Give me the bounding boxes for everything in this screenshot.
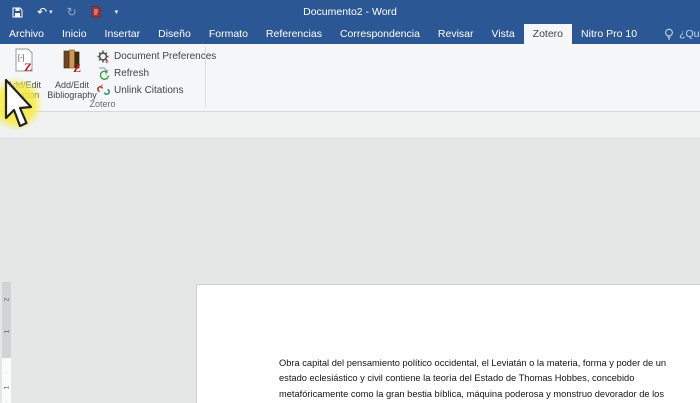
svg-text:Z: Z — [24, 60, 32, 74]
tab-zotero[interactable]: Zotero — [523, 24, 573, 44]
ruler-number: 1 — [3, 385, 10, 390]
add-edit-bibliography-icon: Z — [60, 48, 84, 77]
ruler-number: 1 — [3, 329, 10, 334]
tab-correspondencia[interactable]: Correspondencia — [331, 24, 429, 44]
ribbon-small-buttons: z Document Preferences Refresh Unlink Ci… — [97, 50, 216, 97]
document-area[interactable]: 211·2·3·4·5·6· Obra capital del pensamie… — [0, 137, 700, 403]
unlink-citations-label: Unlink Citations — [114, 85, 184, 96]
unlink-citations-icon — [97, 84, 110, 95]
refresh-icon — [99, 67, 110, 80]
ruler-row: L 3·2·1·1·2·3·4·5·6·7·8·9·10·11·12·13·14… — [0, 112, 700, 248]
title-bar: ↶ ▾ ↻ ▾ Documento2 - Word — [0, 0, 700, 24]
window-title: Documento2 - Word — [303, 6, 397, 18]
refresh-button[interactable]: Refresh — [97, 67, 216, 80]
text-line: Obra capital del pensamiento político oc… — [279, 358, 667, 368]
add-edit-citation-icon: [-] Z — [12, 48, 36, 77]
tab-referencias[interactable]: Referencias — [257, 24, 331, 44]
document-preferences-button[interactable]: z Document Preferences — [97, 50, 216, 63]
ribbon-group-separator — [205, 47, 206, 107]
preferences-gear-icon: z — [97, 50, 109, 63]
text-line: estado eclesiástico y civil contiene la … — [279, 373, 635, 384]
ribbon: [-] Z Add/Edit Citation Z Add/Edit Bibli… — [0, 44, 700, 112]
tab-insertar[interactable]: Insertar — [96, 24, 150, 44]
unlink-citations-button[interactable]: Unlink Citations — [97, 84, 216, 97]
document-page[interactable]: Obra capital del pensamiento político oc… — [196, 284, 700, 403]
ruler-number: 2 — [3, 297, 10, 302]
add-edit-citation-label-1: Add/Edit — [6, 79, 42, 90]
svg-text:z: z — [106, 58, 109, 63]
tab-inicio[interactable]: Inicio — [53, 24, 96, 44]
tab-diseno[interactable]: Diseño — [149, 24, 200, 44]
paragraph: Obra capital del pensamiento político oc… — [279, 356, 672, 403]
word-window: ↶ ▾ ↻ ▾ Documento2 - Word Archivo Inicio … — [0, 0, 700, 403]
refresh-label: Refresh — [114, 68, 150, 79]
text-line: metafóricamente como la gran bestia bíbl… — [279, 388, 664, 399]
tell-me-label: ¿Qué desea hacer? — [679, 28, 700, 40]
tab-vista[interactable]: Vista — [483, 24, 524, 44]
tab-revisar[interactable]: Revisar — [429, 24, 483, 44]
tell-me-box[interactable]: ¿Qué desea hacer? — [656, 24, 700, 44]
tab-nitro-pro[interactable]: Nitro Pro 10 — [572, 24, 646, 44]
tab-formato[interactable]: Formato — [200, 24, 257, 44]
vertical-ruler[interactable] — [2, 358, 11, 403]
document-preferences-label: Document Preferences — [114, 51, 217, 62]
vertical-ruler-margin[interactable] — [2, 282, 11, 358]
add-edit-bibliography-label-1: Add/Edit — [54, 79, 90, 90]
ruler-tick: · — [5, 370, 8, 376]
tab-archivo[interactable]: Archivo — [0, 24, 53, 44]
svg-text:Z: Z — [73, 61, 81, 74]
lightbulb-icon — [665, 28, 673, 39]
ruler-tick: · — [5, 399, 8, 403]
ribbon-tab-bar: Archivo Inicio Insertar Diseño Formato R… — [0, 24, 700, 44]
ribbon-group-label: Zotero — [89, 99, 116, 109]
